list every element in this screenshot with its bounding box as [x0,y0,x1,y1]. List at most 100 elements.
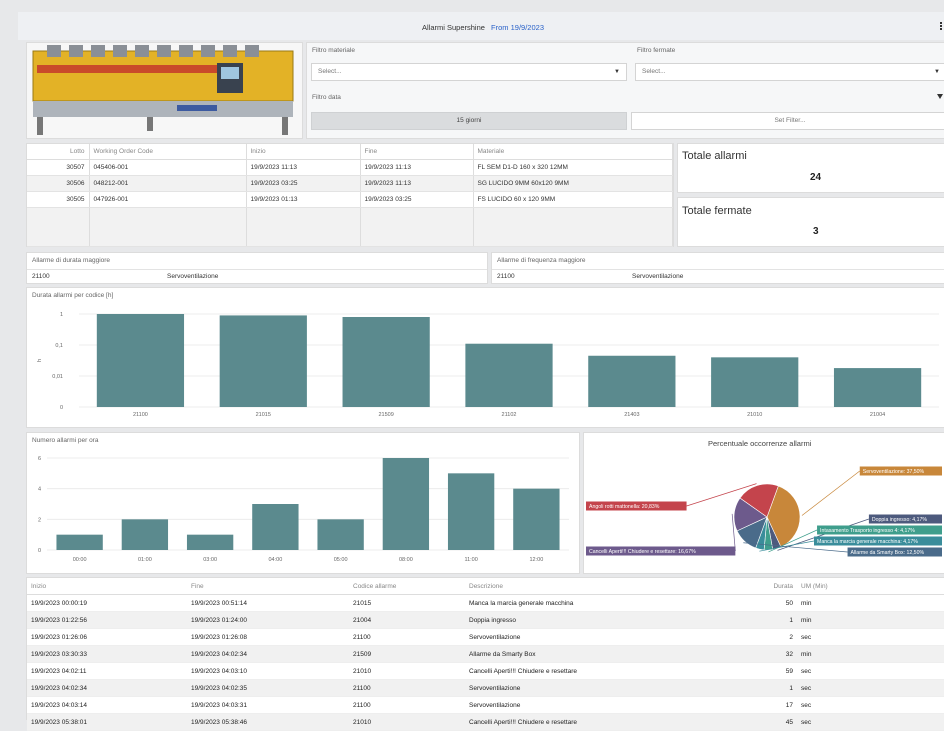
cell-inizio: 19/9/2023 00:00:19 [27,594,187,612]
longest-alarm-code: 21100 [32,273,50,280]
bar [711,357,799,407]
table-row[interactable]: 30507 045406-001 19/9/2023 11:13 19/9/20… [27,159,673,176]
material-filter-select[interactable]: Select... ▼ [311,63,627,81]
x-tick-label: 01:00 [138,557,152,563]
table-row[interactable]: 19/9/2023 04:03:14 19/9/2023 04:03:31 2110… [27,696,944,714]
stops-filter-select[interactable]: Select... ▼ [635,63,944,81]
filters-panel: Filtro materiale Select... ▼ Filtro ferm… [306,42,944,139]
callout-label: Cancelli Aperti!!! Chiudere e resettare:… [589,549,696,555]
bar [588,355,676,407]
bar [317,519,364,550]
frequent-alarm-code: 21100 [497,273,515,280]
hourly-bar-chart: 0 2 4 6 00:00 01:00 03:00 04:00 05:00 08:00 11:00 1… [38,456,569,563]
y-tick-label: 6 [38,456,41,462]
material-filter-value: Select... [318,68,342,75]
cell-fine: 19/9/2023 05:38:46 [187,713,349,731]
cell-fine: 19/9/2023 04:02:34 [187,645,349,663]
col-fine: Fine [187,578,349,595]
col-descrizione: Descrizione [465,578,703,595]
bar [219,315,307,407]
longest-alarm-panel: Allarme di durata maggiore 21100 Servove… [26,252,488,284]
alarm-pie-chart: Servoventilazione: 37,50% Doppia ingresso… [586,466,942,557]
cell-um: sec [797,696,944,714]
table-row[interactable]: 19/9/2023 04:02:34 19/9/2023 04:02:35 2110… [27,679,944,697]
header-bar: Allarmi Supershine From 19/9/2023 [18,12,944,40]
x-tick-label: 12:00 [529,557,543,563]
cell-fine: 19/9/2023 11:13 [360,159,474,176]
cell-codice: 21010 [349,662,465,680]
machine-image [27,43,302,138]
callout-label: Allarme da Smarty Box: 12,50% [851,550,925,556]
date-filter-label: Filtro data [312,94,341,101]
x-tick-label: 11:00 [464,557,477,563]
cell-codice: 21100 [349,628,465,646]
table-row[interactable]: 19/9/2023 03:30:33 19/9/2023 04:02:34 2150… [27,645,944,663]
bar [56,534,103,550]
date-preset-button[interactable]: 15 giorni [311,112,627,130]
y-tick-label: 2 [38,517,41,523]
cell-codice: 21100 [349,679,465,697]
x-tick-label: 03:00 [203,557,217,563]
x-tick-label: 00:00 [73,557,87,563]
alarm-table: Inizio Fine Codice allarme Descrizione D… [27,578,944,731]
stops-filter-value: Select... [642,68,666,75]
cell-lotto: 30505 [27,191,90,208]
bar [447,473,495,550]
x-tick-label: 05:00 [334,557,348,563]
total-alarms-label: Totale allarmi [682,150,747,162]
table-row[interactable]: 19/9/2023 01:22:56 19/9/2023 01:24:00 2100… [27,611,944,629]
cell-inizio: 19/9/2023 11:13 [246,159,361,176]
x-tick-label: 21509 [378,412,393,418]
cell-durata: 32 [703,645,797,663]
cell-descrizione: Cancelli Aperti!!! Chiudere e resettare [465,662,703,680]
pie-chart-panel: Percentuale occorrenze allarmi Servovent… [583,432,944,574]
y-tick-label: 0 [60,405,63,411]
table-row[interactable]: 19/9/2023 01:26:06 19/9/2023 01:26:08 2110… [27,628,944,646]
bar [382,458,430,550]
cell-durata: 1 [703,679,797,697]
cell-inizio: 19/9/2023 03:30:33 [27,645,187,663]
cell-codice: 21004 [349,611,465,629]
duration-chart-panel: Durata allarmi per codice [h] 0 0,01 0,1 1 h… [26,287,944,428]
col-durata: Durata [703,578,797,595]
callout-label: Intasamento Trasporto ingresso 4: 4,17% [820,528,915,534]
cell-fine: 19/9/2023 04:02:35 [187,679,349,697]
cell-um: sec [797,713,944,731]
x-tick-label: 21102 [502,412,517,418]
bar [186,534,234,550]
cell-durata: 2 [703,628,797,646]
set-filter-button[interactable]: Set Filter... [631,112,944,130]
date-preset-label: 15 giorni [456,117,482,124]
col-lotto: Lotto [27,144,90,160]
machine-image-panel [26,42,303,139]
callout-label: Doppia ingresso: 4,17% [872,517,927,523]
table-row[interactable]: 30505 047926-001 19/9/2023 01:13 19/9/20… [27,191,673,208]
callout-label: Servoventilazione: 37,50% [863,469,925,475]
table-row[interactable]: 19/9/2023 05:38:01 19/9/2023 05:38:46 2101… [27,713,944,731]
filter-icon[interactable] [937,94,943,99]
bar [513,488,560,550]
y-tick-label: 0,1 [55,343,63,349]
x-tick-label: 21010 [747,412,762,418]
cell-um: sec [797,662,944,680]
table-row[interactable]: 19/9/2023 04:02:11 19/9/2023 04:03:10 2101… [27,662,944,680]
material-filter-label: Filtro materiale [312,47,355,54]
table-row[interactable]: 19/9/2023 00:00:19 19/9/2023 00:51:14 2101… [27,594,944,612]
bar [465,343,553,407]
set-filter-label: Set Filter... [774,117,806,124]
total-stops-card: Totale fermate 3 [677,197,944,247]
date-range-label: From 19/9/2023 [491,23,544,32]
alarm-header-row: Inizio Fine Codice allarme Descrizione D… [27,578,944,595]
cell-materiale: FL SEM D1-D 160 x 320 12MM [473,159,673,176]
cell-inizio: 19/9/2023 04:02:34 [27,679,187,697]
y-axis-label: h [37,359,43,362]
ellipsis-icon[interactable] [940,22,943,31]
cell-order-code: 048212-001 [89,175,247,192]
cell-durata: 17 [703,696,797,714]
table-row[interactable]: 30506 048212-001 19/9/2023 03:25 19/9/20… [27,175,673,192]
bar [342,317,430,407]
cell-fine: 19/9/2023 11:13 [360,175,474,192]
y-tick-label: 4 [38,487,41,493]
cell-inizio: 19/9/2023 04:02:11 [27,662,187,680]
cell-fine: 19/9/2023 00:51:14 [187,594,349,612]
